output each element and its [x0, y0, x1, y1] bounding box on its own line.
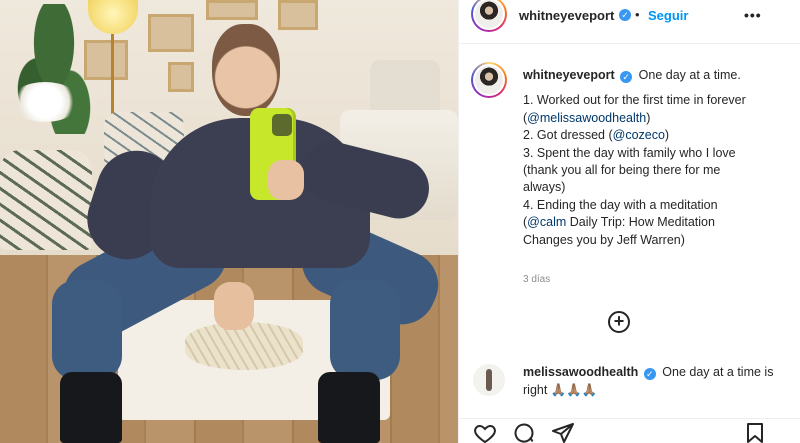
post-actions-bar [459, 418, 800, 443]
verified-badge-icon: ✓ [643, 368, 656, 380]
caption-author-avatar[interactable] [471, 62, 507, 98]
photo-frame-art [206, 0, 258, 20]
caption-author-username[interactable]: whitneyeveport [523, 68, 615, 82]
comment-bubble-icon[interactable] [512, 421, 536, 443]
photo-hand [268, 160, 304, 200]
header-separator: • [635, 7, 640, 22]
photo-pillow [370, 60, 440, 116]
post-side-panel: whitneyeveport ✓ • Seguir ••• whitneyeve… [458, 0, 800, 443]
photo-leg-right-lower [330, 280, 400, 380]
post-photo[interactable] [0, 0, 458, 443]
photo-boot-right [318, 372, 380, 443]
caption-intro: One day at a time. [638, 68, 741, 82]
photo-head [212, 24, 280, 116]
caption-first-line: whitneyeveport ✓ One day at a time. [523, 67, 789, 84]
caption-line: (thank you all for being there for me [523, 163, 721, 178]
follow-button[interactable]: Seguir [648, 8, 688, 23]
comment-author-avatar[interactable] [473, 364, 505, 396]
caption-line: Changes you by Jeff Warren) [523, 232, 685, 247]
photo-chair [0, 150, 92, 250]
plus-circle-icon[interactable]: + [608, 311, 630, 333]
comment-author-username[interactable]: melissawoodhealth [523, 365, 638, 379]
caption-line: (@calm Daily Trip: How Meditation [523, 215, 715, 230]
heart-icon[interactable] [473, 421, 497, 443]
bookmark-icon[interactable] [743, 421, 767, 443]
photo-flowers [10, 82, 80, 122]
photo-frame-art [168, 62, 194, 92]
post-header: whitneyeveport ✓ • Seguir ••• [459, 0, 800, 44]
post-caption: whitneyeveport ✓ One day at a time. 1. W… [523, 67, 789, 249]
photo-phone-camera [272, 114, 292, 136]
verified-badge-icon: ✓ [619, 9, 631, 21]
caption-author-avatar-image [473, 64, 505, 96]
post-timestamp[interactable]: 3 días [523, 274, 550, 285]
photo-pouf [185, 322, 303, 370]
photo-boot-left [60, 372, 122, 443]
mention-link[interactable]: @calm [527, 215, 566, 229]
verified-badge-icon: ✓ [620, 71, 633, 83]
caption-line: 3. Spent the day with family who I love [523, 145, 736, 160]
mention-link[interactable]: @melissawoodhealth [527, 111, 646, 125]
photo-frame-art [278, 0, 318, 30]
caption-line: always) [523, 180, 566, 195]
caption-line: 2. Got dressed (@cozeco) [523, 128, 670, 143]
author-username[interactable]: whitneyeveport [519, 8, 614, 23]
photo-frame-art [148, 14, 194, 52]
author-avatar[interactable] [471, 0, 507, 32]
caption-line: 1. Worked out for the first time in fore… [523, 93, 746, 108]
caption-line: (@melissawoodhealth) [523, 110, 651, 125]
caption-line: 4. Ending the day with a meditation [523, 197, 718, 212]
comment-avatar-figure [486, 369, 492, 391]
photo-hand-lower [214, 282, 254, 330]
comment-item: melissawoodhealth ✓ One day at a time is… [523, 364, 789, 399]
mention-link[interactable]: @cozeco [613, 128, 665, 142]
paper-plane-icon[interactable] [551, 421, 575, 443]
author-avatar-image [473, 0, 505, 30]
photo-leg-left-lower [52, 280, 122, 380]
more-options-icon[interactable]: ••• [744, 7, 762, 23]
